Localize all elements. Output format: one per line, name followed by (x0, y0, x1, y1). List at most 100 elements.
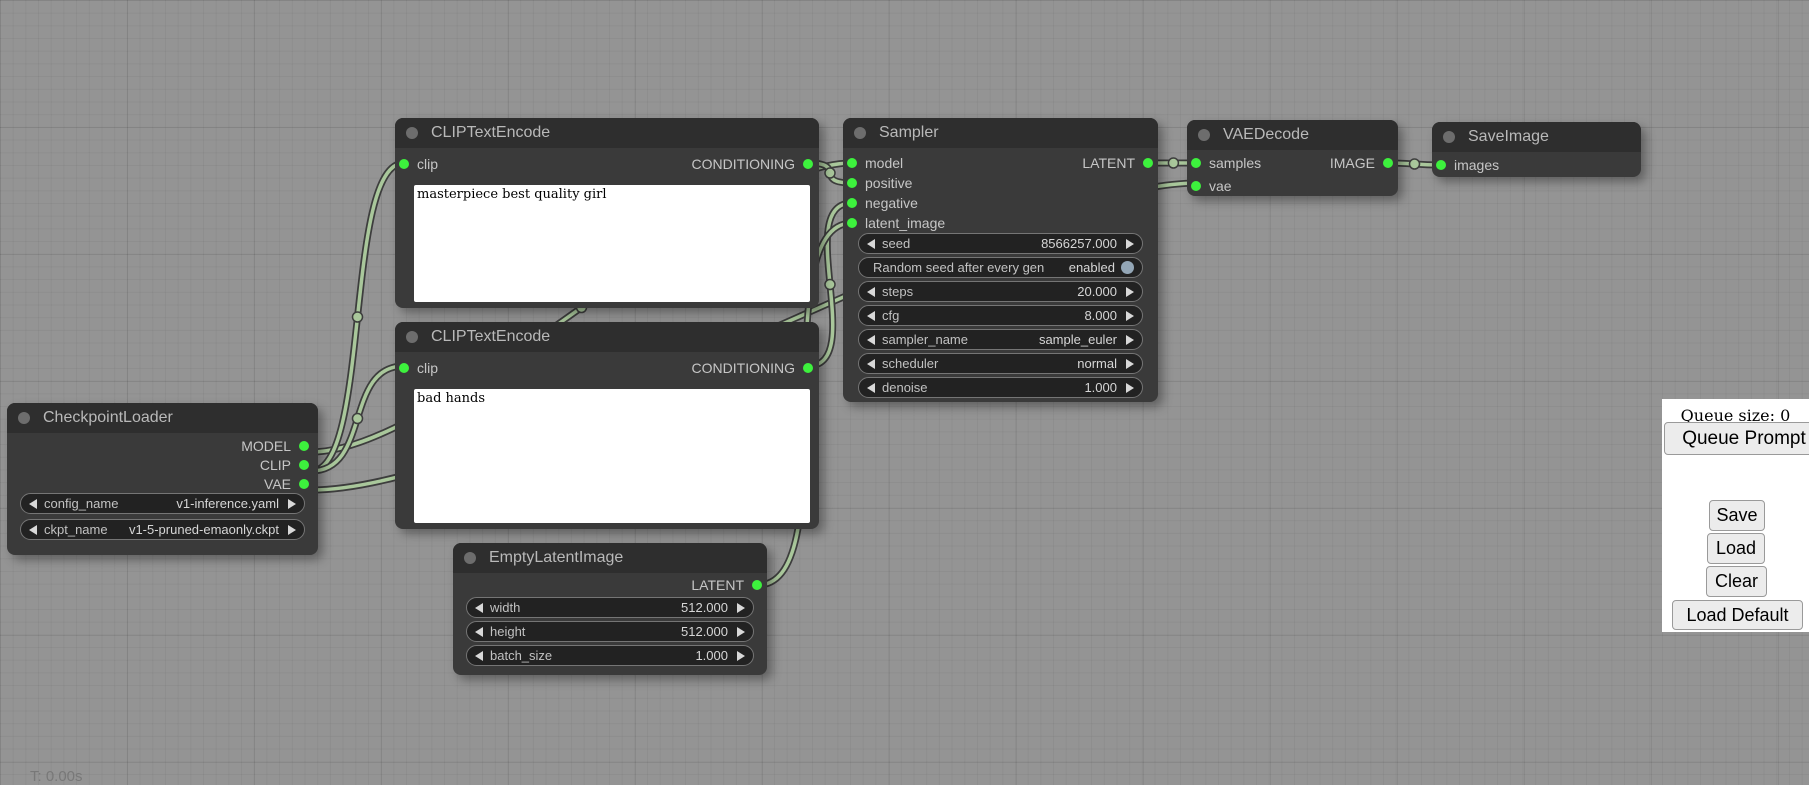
input-port-model[interactable] (847, 158, 857, 168)
output-row: CLIP (7, 455, 318, 474)
collapse-dot-icon[interactable] (854, 127, 866, 139)
decrement-arrow-icon[interactable] (867, 287, 875, 297)
widget-label: scheduler (882, 356, 938, 371)
increment-arrow-icon[interactable] (1126, 359, 1134, 369)
output-port-conditioning[interactable] (803, 159, 813, 169)
widget-value: 512.000 (681, 600, 728, 615)
positive-prompt-textarea[interactable]: masterpiece best quality girl (414, 185, 810, 302)
decrement-arrow-icon[interactable] (867, 311, 875, 321)
widget-scheduler[interactable]: scheduler normal (858, 353, 1143, 374)
load-button[interactable]: Load (1707, 533, 1765, 564)
toggle-dot-icon[interactable] (1121, 261, 1134, 274)
input-port-vae[interactable] (1191, 181, 1201, 191)
widget-label: seed (882, 236, 910, 251)
widget-label: width (490, 600, 520, 615)
decrement-arrow-icon[interactable] (29, 499, 37, 509)
output-port-clip[interactable] (299, 460, 309, 470)
node-title: CheckpointLoader (43, 409, 173, 427)
input-port-samples[interactable] (1191, 158, 1201, 168)
node-title-bar[interactable]: Sampler (843, 118, 1158, 148)
load-default-button[interactable]: Load Default (1672, 600, 1803, 630)
increment-arrow-icon[interactable] (737, 603, 745, 613)
increment-arrow-icon[interactable] (737, 651, 745, 661)
decrement-arrow-icon[interactable] (475, 651, 483, 661)
node-title-bar[interactable]: SaveImage (1432, 122, 1641, 152)
input-port-latent-image[interactable] (847, 218, 857, 228)
widget-sampler-name[interactable]: sampler_name sample_euler (858, 329, 1143, 350)
increment-arrow-icon[interactable] (1126, 287, 1134, 297)
widget-ckpt-name[interactable]: ckpt_name v1-5-pruned-emaonly.ckpt (20, 519, 305, 540)
node-saveimage: SaveImage images (1432, 122, 1641, 177)
render-time-label: T: 0.00s (30, 768, 83, 785)
output-port-latent[interactable] (752, 580, 762, 590)
widget-steps[interactable]: steps 20.000 (858, 281, 1143, 302)
widget-label: steps (882, 284, 913, 299)
collapse-dot-icon[interactable] (1198, 129, 1210, 141)
widget-denoise[interactable]: denoise 1.000 (858, 377, 1143, 398)
widget-random-seed-toggle[interactable]: Random seed after every gen enabled (858, 257, 1143, 278)
decrement-arrow-icon[interactable] (475, 603, 483, 613)
output-port-latent[interactable] (1143, 158, 1153, 168)
port-row: vae (1187, 176, 1398, 196)
comfyui-canvas[interactable]: { "colors":{"link":"#a9c79b","link_outli… (0, 0, 1809, 782)
output-row: LATENT (453, 573, 767, 597)
output-port-conditioning[interactable] (803, 363, 813, 373)
collapse-dot-icon[interactable] (464, 552, 476, 564)
widget-cfg[interactable]: cfg 8.000 (858, 305, 1143, 326)
node-title-bar[interactable]: CLIPTextEncode (395, 118, 819, 148)
port-row: clip CONDITIONING (395, 148, 819, 180)
node-title-bar[interactable]: VAEDecode (1187, 120, 1398, 150)
input-port-clip[interactable] (399, 159, 409, 169)
decrement-arrow-icon[interactable] (867, 359, 875, 369)
input-port-negative[interactable] (847, 198, 857, 208)
decrement-arrow-icon[interactable] (867, 239, 875, 249)
widget-value: 8566257.000 (1041, 236, 1117, 251)
widget-batch-size[interactable]: batch_size 1.000 (466, 645, 754, 666)
input-port-clip[interactable] (399, 363, 409, 373)
save-button[interactable]: Save (1709, 500, 1765, 531)
input-port-images[interactable] (1436, 160, 1446, 170)
increment-arrow-icon[interactable] (1126, 383, 1134, 393)
node-sampler: Sampler model LATENT positive negative l… (843, 118, 1158, 402)
widget-height[interactable]: height 512.000 (466, 621, 754, 642)
increment-arrow-icon[interactable] (1126, 335, 1134, 345)
output-row: VAE (7, 474, 318, 493)
widget-label: height (490, 624, 525, 639)
collapse-dot-icon[interactable] (406, 127, 418, 139)
increment-arrow-icon[interactable] (288, 499, 296, 509)
clear-button[interactable]: Clear (1706, 566, 1767, 597)
widget-value: sample_euler (1039, 332, 1117, 347)
widget-width[interactable]: width 512.000 (466, 597, 754, 618)
collapse-dot-icon[interactable] (1443, 131, 1455, 143)
output-port-image[interactable] (1383, 158, 1393, 168)
port-row: positive (843, 173, 1158, 193)
node-vaedecode: VAEDecode samples IMAGE vae (1187, 120, 1398, 196)
input-label: model (865, 155, 903, 171)
increment-arrow-icon[interactable] (1126, 311, 1134, 321)
queue-prompt-button[interactable]: Queue Prompt (1664, 422, 1809, 455)
node-title-bar[interactable]: EmptyLatentImage (453, 543, 767, 573)
widget-seed[interactable]: seed 8566257.000 (858, 233, 1143, 254)
decrement-arrow-icon[interactable] (867, 383, 875, 393)
output-port-vae[interactable] (299, 479, 309, 489)
widget-value: 512.000 (681, 624, 728, 639)
collapse-dot-icon[interactable] (18, 412, 30, 424)
decrement-arrow-icon[interactable] (475, 627, 483, 637)
collapse-dot-icon[interactable] (406, 331, 418, 343)
negative-prompt-textarea[interactable]: bad hands (414, 389, 810, 523)
output-port-model[interactable] (299, 441, 309, 451)
port-row: negative (843, 193, 1158, 213)
decrement-arrow-icon[interactable] (29, 525, 37, 535)
increment-arrow-icon[interactable] (288, 525, 296, 535)
increment-arrow-icon[interactable] (1126, 239, 1134, 249)
input-label: clip (417, 156, 438, 172)
widget-value: 20.000 (1077, 284, 1117, 299)
decrement-arrow-icon[interactable] (867, 335, 875, 345)
widget-config-name[interactable]: config_name v1-inference.yaml (20, 493, 305, 514)
node-title-bar[interactable]: CheckpointLoader (7, 403, 318, 433)
widget-value: normal (1077, 356, 1117, 371)
node-title-bar[interactable]: CLIPTextEncode (395, 322, 819, 352)
increment-arrow-icon[interactable] (737, 627, 745, 637)
input-port-positive[interactable] (847, 178, 857, 188)
node-title: CLIPTextEncode (431, 328, 550, 346)
